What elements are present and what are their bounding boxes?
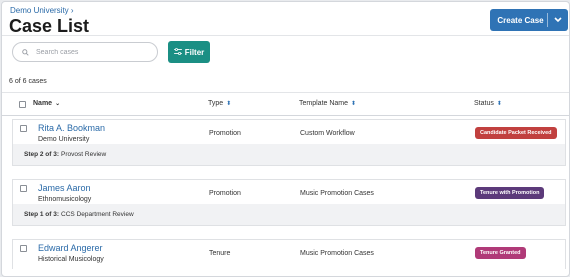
case-step: Step 1 of 3: CCS Department Review <box>12 204 566 226</box>
step-label: Step 1 of 3: <box>24 211 60 218</box>
case-unit: Historical Musicology <box>38 256 104 263</box>
breadcrumb[interactable]: Demo University › <box>10 6 74 15</box>
case-type: Promotion <box>209 190 241 197</box>
results-count: 6 of 6 cases <box>9 78 47 85</box>
status-badge: Tenure with Promotion <box>475 187 545 199</box>
status-badge: Candidate Packet Received <box>475 127 557 139</box>
case-row-main[interactable]: Rita A. Bookman Demo University Promotio… <box>12 119 566 144</box>
sort-icon[interactable]: ⬍ <box>226 100 231 107</box>
case-type: Tenure <box>209 250 231 257</box>
step-value: Provost Review <box>61 151 107 158</box>
case-template: Music Promotion Cases <box>300 190 374 197</box>
step-value: CCS Department Review <box>61 211 134 218</box>
row-checkbox[interactable] <box>20 125 27 132</box>
header-divider <box>2 35 569 36</box>
breadcrumb-link[interactable]: Demo University <box>10 6 69 15</box>
row-checkbox[interactable] <box>20 245 27 252</box>
sort-icon[interactable]: ⬍ <box>351 100 356 107</box>
column-template-label[interactable]: Template Name <box>299 100 348 107</box>
table-header: Name ⌄ Type ⬍ Template Name ⬍ Status ⬍ <box>2 92 569 116</box>
case-name-link[interactable]: Edward Angerer <box>38 243 103 253</box>
column-name-label[interactable]: Name <box>33 100 52 107</box>
case-template: Music Promotion Cases <box>300 250 374 257</box>
column-type-label[interactable]: Type <box>208 100 223 107</box>
breadcrumb-chevron-icon: › <box>70 6 74 15</box>
column-header-name[interactable]: Name ⌄ <box>33 100 60 107</box>
case-name-link[interactable]: Rita A. Bookman <box>38 123 105 133</box>
create-case-button[interactable]: Create Case <box>490 9 568 31</box>
column-header-status[interactable]: Status ⬍ <box>474 100 502 107</box>
case-row-main[interactable]: Edward Angerer Historical Musicology Ten… <box>12 239 566 269</box>
case-unit: Ethnomusicology <box>38 196 92 203</box>
status-badge: Tenure Granted <box>475 247 526 259</box>
case-list-panel: Demo University › Case List Create Case … <box>1 1 570 277</box>
search-icon <box>22 43 29 61</box>
sort-desc-icon[interactable]: ⌄ <box>55 100 60 107</box>
column-status-label[interactable]: Status <box>474 100 494 107</box>
page-title: Case List <box>9 16 90 36</box>
search-box[interactable] <box>12 42 158 62</box>
chevron-down-icon[interactable] <box>548 15 568 25</box>
case-row-main[interactable]: James Aaron Ethnomusicology Promotion Mu… <box>12 179 566 204</box>
filter-button-label[interactable]: Filter <box>185 48 205 57</box>
row-checkbox[interactable] <box>20 185 27 192</box>
filter-button[interactable]: Filter <box>168 41 210 63</box>
sort-icon[interactable]: ⬍ <box>497 100 502 107</box>
case-type: Promotion <box>209 130 241 137</box>
case-template: Custom Workflow <box>300 130 355 137</box>
case-name-link[interactable]: James Aaron <box>38 183 91 193</box>
column-header-template[interactable]: Template Name ⬍ <box>299 100 356 107</box>
step-label: Step 2 of 3: <box>24 151 60 158</box>
create-case-label[interactable]: Create Case <box>490 16 547 25</box>
search-input[interactable] <box>34 47 148 57</box>
case-unit: Demo University <box>38 136 90 143</box>
case-step: Step 2 of 3: Provost Review <box>12 144 566 166</box>
filter-sliders-icon <box>173 47 182 57</box>
select-all-checkbox[interactable] <box>19 101 26 108</box>
column-header-type[interactable]: Type ⬍ <box>208 100 231 107</box>
